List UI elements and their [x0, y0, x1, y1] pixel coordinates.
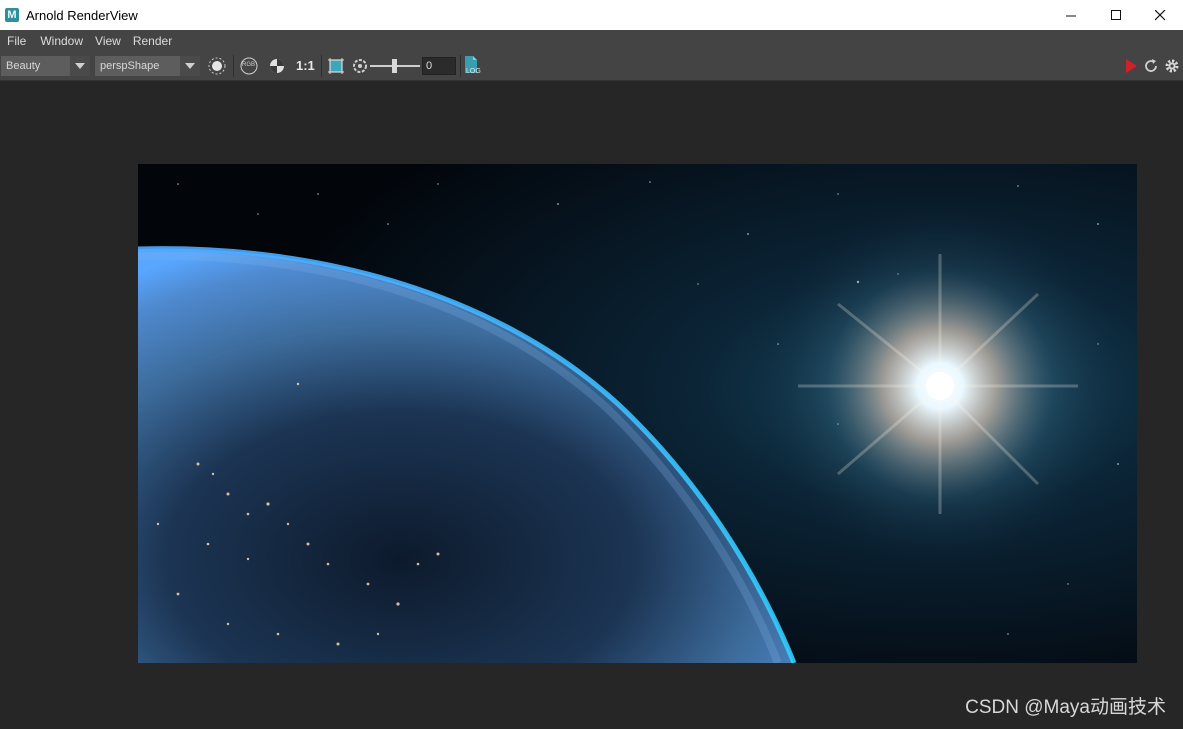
menu-view[interactable]: View [90, 30, 126, 52]
maya-app-icon: M [5, 8, 19, 22]
chevron-down-icon [180, 56, 200, 76]
aov-dropdown-value: Beauty [6, 60, 41, 72]
refresh-icon [1145, 59, 1157, 72]
menu-render[interactable]: Render [128, 30, 177, 52]
crosshair-button[interactable] [207, 56, 227, 76]
render-button[interactable] [1121, 56, 1141, 76]
chevron-down-icon [70, 56, 90, 76]
toolbar: Beauty perspShape RGB 1:1 LOG [0, 52, 1183, 81]
camera-dropdown[interactable]: perspShape [95, 56, 200, 76]
earth-sun-render [138, 164, 1137, 663]
watermark: CSDN @Maya动画技术 [965, 697, 1166, 718]
toolbar-separator [321, 55, 322, 77]
checker-icon [270, 59, 284, 73]
menu-file[interactable]: File [2, 30, 31, 52]
refresh-render-button[interactable] [1141, 56, 1161, 76]
crop-region-button[interactable] [326, 56, 346, 76]
log-label: LOG [466, 68, 481, 75]
minimize-icon [1065, 15, 1076, 16]
toolbar-separator [460, 55, 461, 77]
exposure-slider-handle[interactable] [392, 59, 397, 73]
aperture-icon [353, 59, 367, 73]
one-to-one-button[interactable]: 1:1 [296, 56, 315, 76]
play-icon [1126, 59, 1137, 73]
alpha-checker-button[interactable] [267, 56, 287, 76]
settings-button[interactable] [1162, 56, 1182, 76]
rgb-channel-button[interactable]: RGB [239, 56, 259, 76]
menu-bar: File Window View Render [0, 30, 1183, 52]
title-bar: M Arnold RenderView [0, 0, 1183, 30]
aov-dropdown[interactable]: Beauty [1, 56, 90, 76]
camera-dropdown-value: perspShape [100, 60, 160, 72]
crop-region-icon [328, 58, 344, 74]
window-title: Arnold RenderView [26, 7, 138, 23]
minimize-button[interactable] [1048, 0, 1094, 30]
rgb-label: RGB [242, 62, 256, 68]
toolbar-separator [233, 55, 234, 77]
close-button[interactable] [1137, 0, 1183, 30]
menu-window[interactable]: Window [35, 30, 88, 52]
render-viewport[interactable]: CSDN @Maya动画技术 [0, 81, 1183, 729]
maximize-button[interactable] [1093, 0, 1139, 30]
log-button[interactable]: LOG [463, 56, 483, 76]
rendered-image [138, 164, 1137, 663]
gear-icon [1165, 59, 1179, 73]
exposure-input[interactable]: 0 [422, 57, 456, 75]
exposure-button[interactable] [350, 56, 370, 76]
maximize-icon [1110, 9, 1121, 20]
close-icon [1154, 9, 1165, 20]
crosshair-icon [208, 57, 226, 75]
